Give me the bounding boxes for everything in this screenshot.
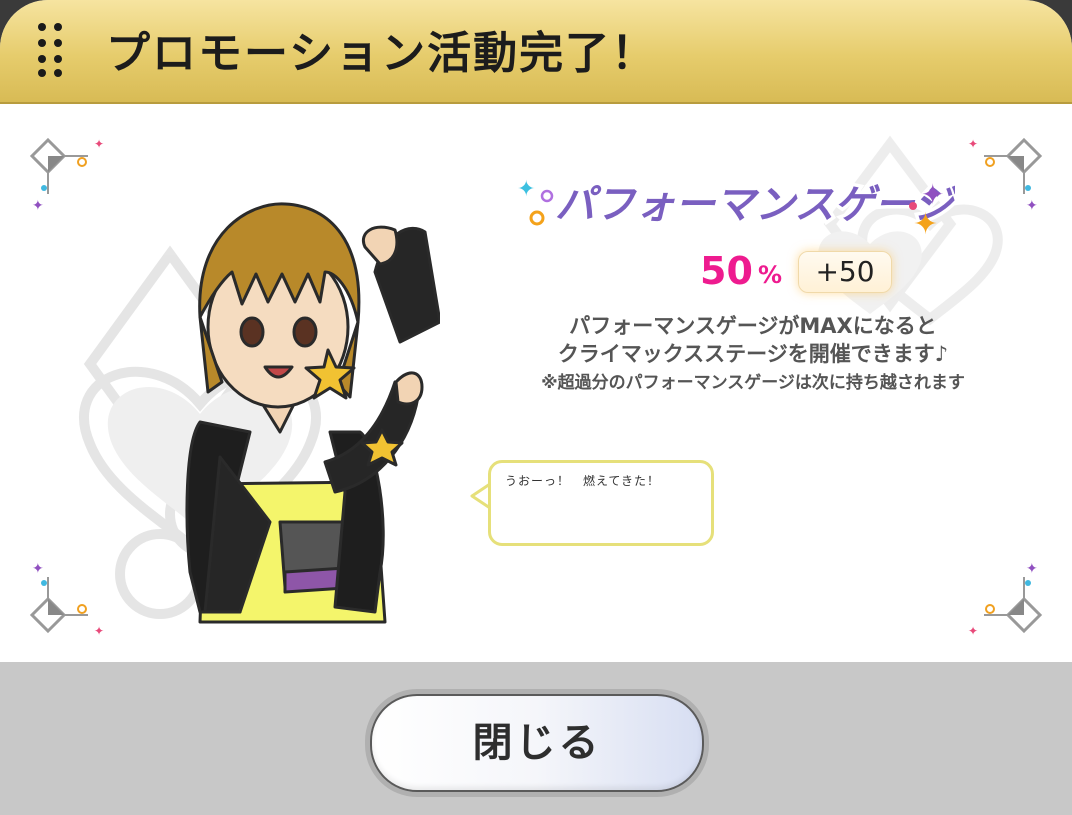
gauge-percent-value: 50 (700, 249, 753, 293)
performance-gauge-title: パフォーマンスゲージ ✦ ✦ ✦ (517, 177, 955, 242)
gauge-bonus-badge: +50 (798, 251, 892, 293)
corner-ornament-icon: ✦ ✦ (968, 137, 1043, 212)
svg-text:✦: ✦ (32, 198, 44, 212)
gauge-description: パフォーマンスゲージがMAXになると クライマックスステージを開催できます♪ ※… (488, 312, 1018, 397)
corner-ornament-icon: ✦ ✦ (29, 137, 104, 212)
dialog-footer: 閉じる (0, 662, 1072, 815)
close-button[interactable]: 閉じる (370, 694, 704, 792)
svg-text:✦: ✦ (94, 624, 104, 638)
corner-ornament-icon: ✦ ✦ (968, 561, 1043, 638)
svg-text:パフォーマンスゲージ: パフォーマンスゲージ (555, 182, 955, 228)
carryover-note: ※超過分のパフォーマンスゲージは次に持ち越されます (541, 373, 965, 393)
description-line-2: クライマックスステージを開催できます♪ (557, 342, 949, 366)
svg-text:✦: ✦ (94, 137, 104, 151)
speech-bubble: うおーっ！ 燃えてきた！ (488, 460, 714, 546)
description-line-1: パフォーマンスゲージがMAXになると (569, 314, 937, 338)
svg-text:✦: ✦ (32, 561, 44, 577)
sparkle-icon: ✦ (517, 177, 535, 202)
speech-text: うおーっ！ 燃えてきた！ (505, 474, 661, 488)
svg-text:✦: ✦ (1026, 198, 1038, 212)
svg-text:✦: ✦ (968, 137, 978, 151)
sparkle-icon: ✦ (913, 207, 938, 242)
dialog-title: プロモーション活動完了！ (106, 28, 658, 79)
result-content: ✦ ✦ ✦ ✦ ✦ ✦ ✦ ✦ パフォーマンスゲージ ✦ ✦ ✦ 50 % +5… (0, 104, 1072, 662)
gauge-percent-symbol: % (758, 261, 783, 289)
corner-ornament-icon: ✦ ✦ (29, 561, 104, 638)
svg-text:✦: ✦ (968, 624, 978, 638)
promotion-complete-dialog: プロモーション活動完了！ ✦ ✦ ✦ ✦ ✦ ✦ ✦ ✦ パフォーマンスゲージ … (0, 0, 1072, 815)
idol-character-portrait (185, 202, 440, 624)
dialog-header: プロモーション活動完了！ (0, 0, 1072, 104)
svg-text:✦: ✦ (1026, 561, 1038, 577)
grip-icon (36, 21, 66, 77)
